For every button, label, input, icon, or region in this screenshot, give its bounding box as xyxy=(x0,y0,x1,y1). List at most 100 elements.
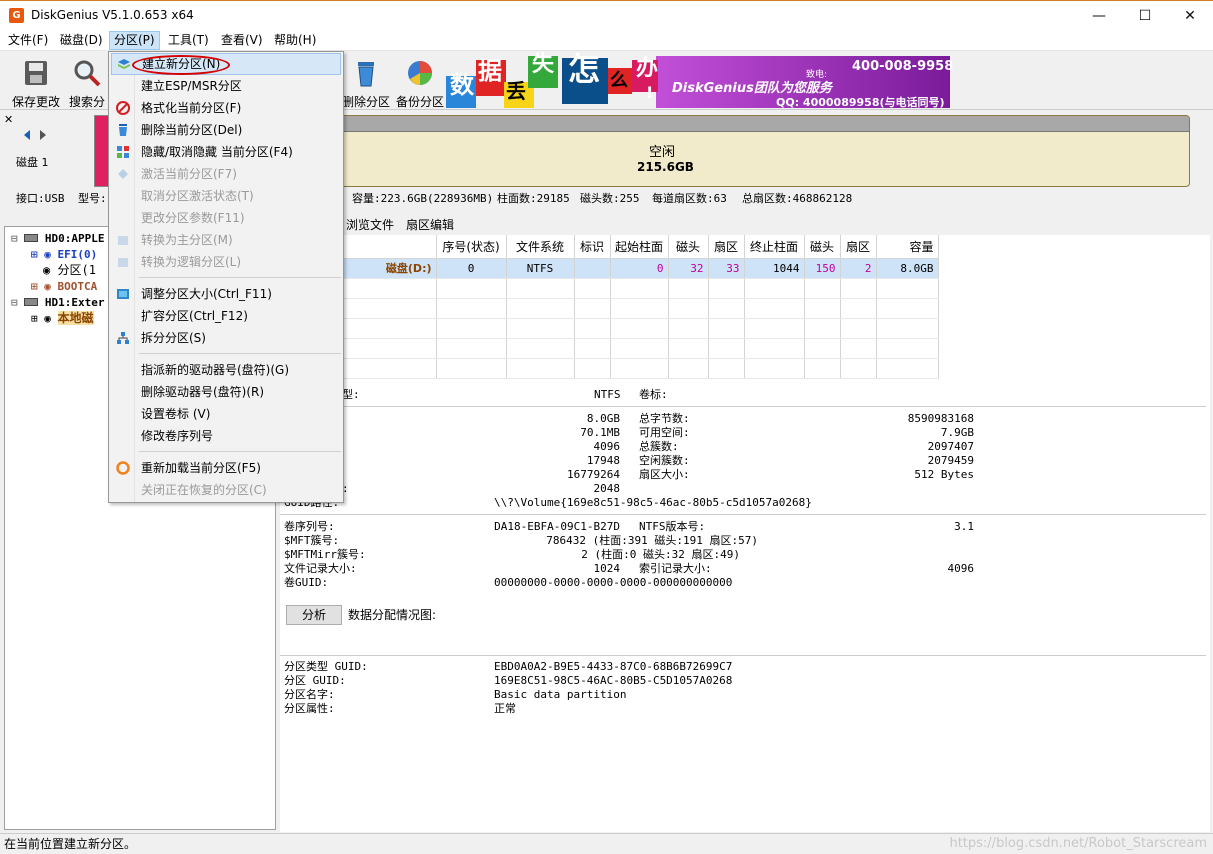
banner-char-0: 数 xyxy=(450,71,474,99)
column-header-fs[interactable]: 文件系统 xyxy=(506,235,575,259)
minimize-icon[interactable]: — xyxy=(1076,1,1122,31)
menu-help[interactable]: 帮助(H) xyxy=(270,31,320,50)
tree-item-hd0[interactable]: ⊟ HD0:APPLE xyxy=(11,231,104,246)
column-header-start-head[interactable]: 磁头 xyxy=(668,235,709,259)
total-sectors-value: 16779264 xyxy=(567,468,620,481)
tree-item-hd1[interactable]: ⊟ HD1:Exter xyxy=(11,295,104,310)
menu-item-convert-logical[interactable]: 转换为逻辑分区(L) xyxy=(111,251,341,273)
cell-capacity: 8.0GB xyxy=(876,258,939,279)
column-header-start-sector[interactable]: 扇区 xyxy=(708,235,745,259)
menu-item-create-esp-msr[interactable]: 建立ESP/MSR分区 xyxy=(111,75,341,97)
partition-attr-value: 正常 xyxy=(494,702,516,715)
volume-serial-value: DA18-EBFA-09C1-B27D xyxy=(494,520,620,533)
save-changes-button[interactable]: 保存更改 xyxy=(8,52,64,110)
menu-file[interactable]: 文件(F) xyxy=(4,31,52,50)
banner-phone: 400-008-9958 xyxy=(852,59,954,74)
allocation-chart-label: 数据分配情况图: xyxy=(348,608,437,622)
menu-item-convert-primary[interactable]: 转换为主分区(M) xyxy=(111,229,341,251)
menu-separator xyxy=(139,277,341,278)
banner-char-5: 么 xyxy=(610,70,628,91)
menu-item-assign-drive-letter[interactable]: 指派新的驱动器号(盘符)(G) xyxy=(111,359,341,381)
menu-disk[interactable]: 磁盘(D) xyxy=(56,31,107,50)
convert-primary-icon xyxy=(118,236,128,245)
maximize-icon[interactable]: ☐ xyxy=(1122,1,1168,31)
menu-partition[interactable]: 分区(P) xyxy=(109,31,160,50)
free-clusters-value: 2079459 xyxy=(927,454,974,467)
search-partition-button[interactable]: 搜索分区 xyxy=(64,52,110,126)
column-header-end-head[interactable]: 磁头 xyxy=(804,235,841,259)
cell-end-cyl: 1044 xyxy=(744,258,805,279)
menu-item-change-params[interactable]: 更改分区参数(F11) xyxy=(111,207,341,229)
resize-icon xyxy=(117,289,129,299)
format-icon xyxy=(116,101,130,115)
volume-guid-label: 卷GUID: xyxy=(284,576,329,589)
column-header-end-sector[interactable]: 扇区 xyxy=(840,235,877,259)
banner-char-1: 据 xyxy=(478,57,502,85)
menu-item-split[interactable]: 拆分分区(S) xyxy=(111,327,341,349)
menu-item-deactivate[interactable]: 取消分区激活状态(T) xyxy=(111,185,341,207)
activate-icon xyxy=(118,169,128,179)
volume-label-label: 卷标: xyxy=(639,388,668,401)
hide-icon xyxy=(117,146,129,158)
menu-item-close-recovering[interactable]: 关闭正在恢复的分区(C) xyxy=(111,479,341,501)
column-header-capacity[interactable]: 容量 xyxy=(876,235,939,259)
menu-item-extend[interactable]: 扩容分区(Ctrl_F12) xyxy=(111,305,341,327)
disk-map[interactable]: 空闲 215.6GB xyxy=(340,115,1190,187)
menu-item-resize[interactable]: 调整分区大小(Ctrl_F11) xyxy=(111,283,341,305)
column-header-end-cyl[interactable]: 终止柱面 xyxy=(744,235,805,259)
table-row[interactable]: 磁盘(D:) 0 NTFS 0 32 33 1044 150 2 8.0GB xyxy=(336,258,939,279)
table-row xyxy=(336,298,939,319)
column-header-start-cyl[interactable]: 起始柱面 xyxy=(610,235,669,259)
column-header-flag[interactable]: 标识 xyxy=(574,235,611,259)
ad-banner[interactable]: 数 据 丢 失 怎 么 办 ! DiskGenius团队为您服务 致电: 400… xyxy=(446,53,954,109)
ntfs-version-value: 3.1 xyxy=(954,520,974,533)
total-clusters-label: 总簇数: xyxy=(639,440,679,453)
disk-total-sectors: 总扇区数:468862128 xyxy=(742,192,853,205)
banner-char-7: ! xyxy=(646,83,654,102)
save-icon xyxy=(25,61,47,85)
partition-icon: ◉ xyxy=(44,312,51,325)
menu-item-reload[interactable]: 重新加载当前分区(F5) xyxy=(111,457,341,479)
index-record-size-label: 索引记录大小: xyxy=(639,562,712,575)
close-icon[interactable]: ✕ xyxy=(1167,1,1213,31)
volume-guid-value: 00000000-0000-0000-0000-000000000000 xyxy=(494,576,733,589)
menu-item-activate[interactable]: 激活当前分区(F7) xyxy=(111,163,341,185)
menu-item-set-volume-label[interactable]: 设置卷标 (V) xyxy=(111,403,341,425)
tab-sector-edit[interactable]: 扇区编辑 xyxy=(402,215,458,235)
menu-item-delete[interactable]: 删除当前分区(Del) xyxy=(111,119,341,141)
free-space-size: 215.6GB xyxy=(637,160,694,174)
backup-partition-button[interactable]: 备份分区 xyxy=(394,52,446,110)
tree-item-partition1[interactable]: ◉ 分区(1 xyxy=(43,263,96,278)
partition-icon: ◉ xyxy=(44,280,51,293)
chevron-left-icon[interactable] xyxy=(22,129,32,141)
mft-cluster-label: $MFT簇号: xyxy=(284,534,340,547)
fs-type-value: NTFS xyxy=(594,388,621,401)
menu-view[interactable]: 查看(V) xyxy=(217,31,267,50)
chevron-right-icon[interactable] xyxy=(38,129,48,141)
title-bar: G DiskGenius V5.1.0.653 x64 — ☐ ✕ xyxy=(0,0,1213,30)
tree-item-efi[interactable]: ⊞ ◉ EFI(0) xyxy=(31,247,97,262)
analyze-button[interactable]: 分析 xyxy=(286,605,342,625)
menu-tools[interactable]: 工具(T) xyxy=(164,31,213,50)
menu-item-change-serial[interactable]: 修改卷序列号 xyxy=(111,425,341,447)
menu-item-hide-unhide[interactable]: 隐藏/取消隐藏 当前分区(F4) xyxy=(111,141,341,163)
menu-item-format[interactable]: 格式化当前分区(F) xyxy=(111,97,341,119)
menu-item-remove-drive-letter[interactable]: 删除驱动器号(盘符)(R) xyxy=(111,381,341,403)
tree-item-local-disk[interactable]: ⊞ ◉ 本地磁 xyxy=(31,311,94,326)
menu-bar: 文件(F) 磁盘(D) 分区(P) 工具(T) 查看(V) 帮助(H) xyxy=(0,30,1213,51)
panel-close-icon[interactable]: ✕ xyxy=(4,113,13,127)
free-space-label: 空闲 xyxy=(649,145,676,160)
disk-interface: 接口:USB xyxy=(16,192,65,205)
table-row xyxy=(336,338,939,359)
available-space-value: 7.9GB xyxy=(940,426,974,439)
cluster-size-value: 4096 xyxy=(593,440,621,453)
start-sector-value: 2048 xyxy=(593,482,621,495)
table-row xyxy=(336,278,939,299)
column-header-index[interactable]: 序号(状态) xyxy=(436,235,507,259)
new-partition-icon xyxy=(118,59,130,69)
delete-partition-button[interactable]: 删除分区 xyxy=(340,52,392,110)
watermark: https://blog.csdn.net/Robot_Starscream xyxy=(949,836,1207,851)
convert-logical-icon xyxy=(118,258,128,267)
tree-item-bootcamp[interactable]: ⊞ ◉ BOOTCA xyxy=(31,279,97,294)
tab-browse-files[interactable]: 浏览文件 xyxy=(342,215,398,235)
